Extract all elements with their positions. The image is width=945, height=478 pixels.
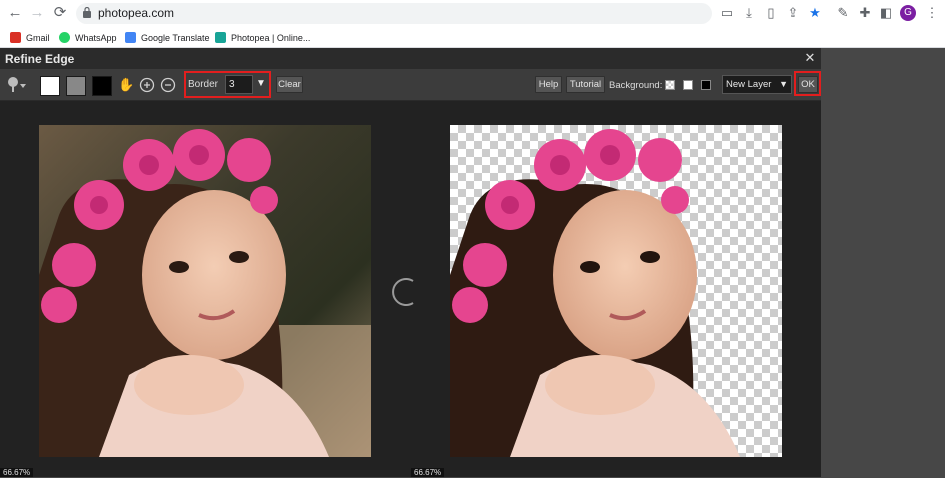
- browser-toolbar: ← → ⟳ photopea.com ▭ ⤓ ▯ ⇪ ★ ✎ ✚ ◧ G ⋮: [0, 0, 945, 27]
- extensions-icon[interactable]: ✚: [857, 5, 873, 21]
- share-icon[interactable]: ⇪: [785, 5, 801, 21]
- output-select[interactable]: New Layer ▼: [722, 75, 792, 94]
- background-label: Background:: [609, 80, 663, 91]
- whatsapp-icon: [59, 32, 70, 43]
- dialog-title-bar: Refine Edge ✕: [0, 48, 821, 69]
- background-checker-option[interactable]: [665, 80, 675, 90]
- original-photo: [39, 125, 371, 457]
- border-label: Border: [188, 79, 219, 90]
- download-icon[interactable]: ⤓: [741, 5, 757, 21]
- page-icon[interactable]: ▯: [763, 5, 779, 21]
- border-input[interactable]: 3: [225, 75, 253, 94]
- tutorial-button[interactable]: Tutorial: [566, 76, 605, 93]
- bookmark-star-icon[interactable]: ★: [807, 5, 823, 21]
- photopea-icon: [215, 32, 226, 43]
- close-icon[interactable]: ✕: [803, 51, 817, 65]
- dialog-title: Refine Edge: [5, 52, 75, 66]
- refine-edge-toolbar: ✋ Border 3 ▼ Clear Help Tutorial Backgro…: [0, 69, 821, 101]
- black-swatch[interactable]: [92, 76, 112, 96]
- gray-swatch[interactable]: [66, 76, 86, 96]
- google-translate-icon: [125, 32, 136, 43]
- white-swatch[interactable]: [40, 76, 60, 96]
- address-bar[interactable]: photopea.com: [76, 3, 712, 24]
- bookmark-label: Gmail: [26, 32, 50, 43]
- profile-avatar[interactable]: G: [900, 5, 916, 21]
- loading-spinner-icon: [392, 278, 414, 306]
- refined-photo: [450, 129, 740, 457]
- gmail-icon: [10, 32, 21, 43]
- hand-icon[interactable]: ✋: [118, 77, 134, 93]
- chevron-down-icon: ▼: [779, 79, 788, 89]
- zoom-out-icon[interactable]: [160, 77, 176, 93]
- border-dropdown-icon[interactable]: ▼: [255, 77, 267, 91]
- photopea-workspace: Refine Edge ✕ ✋ Border 3 ▼ Clear Help Tu…: [0, 48, 945, 477]
- bookmark-label: WhatsApp: [75, 32, 117, 43]
- cast-icon[interactable]: ▭: [719, 5, 735, 21]
- bookmark-photopea[interactable]: Photopea | Online...: [215, 30, 310, 45]
- refined-image-preview: [450, 125, 782, 457]
- bookmarks-bar: Gmail WhatsApp Google Translate Photopea…: [0, 27, 945, 48]
- bookmark-whatsapp[interactable]: WhatsApp: [59, 30, 117, 45]
- bookmark-gmail[interactable]: Gmail: [10, 30, 50, 45]
- bookmark-label: Google Translate: [141, 32, 210, 43]
- zoom-in-icon[interactable]: [139, 77, 155, 93]
- eyedropper-icon[interactable]: ✎: [835, 5, 851, 21]
- more-menu-icon[interactable]: ⋮: [924, 5, 940, 21]
- side-panel-icon[interactable]: ◧: [878, 5, 894, 21]
- bookmark-google-translate[interactable]: Google Translate: [125, 30, 210, 45]
- back-icon[interactable]: ←: [6, 4, 24, 22]
- background-black-option[interactable]: [701, 80, 711, 90]
- bookmark-label: Photopea | Online...: [231, 32, 311, 43]
- right-zoom-label: 66.67%: [411, 468, 445, 477]
- forward-icon[interactable]: →: [28, 4, 46, 22]
- help-button[interactable]: Help: [535, 76, 562, 93]
- lock-icon: [83, 7, 91, 18]
- url-text: photopea.com: [98, 6, 175, 20]
- background-white-option[interactable]: [683, 80, 693, 90]
- original-image-preview: [39, 125, 371, 457]
- left-zoom-label: 66.67%: [0, 468, 34, 477]
- refine-brush-icon[interactable]: [6, 76, 28, 94]
- reload-icon[interactable]: ⟳: [51, 4, 69, 22]
- clear-button[interactable]: Clear: [276, 76, 303, 93]
- output-select-value: New Layer: [726, 79, 772, 90]
- refine-edge-dialog: Refine Edge ✕ ✋ Border 3 ▼ Clear Help Tu…: [0, 48, 821, 477]
- ok-button[interactable]: OK: [798, 76, 818, 93]
